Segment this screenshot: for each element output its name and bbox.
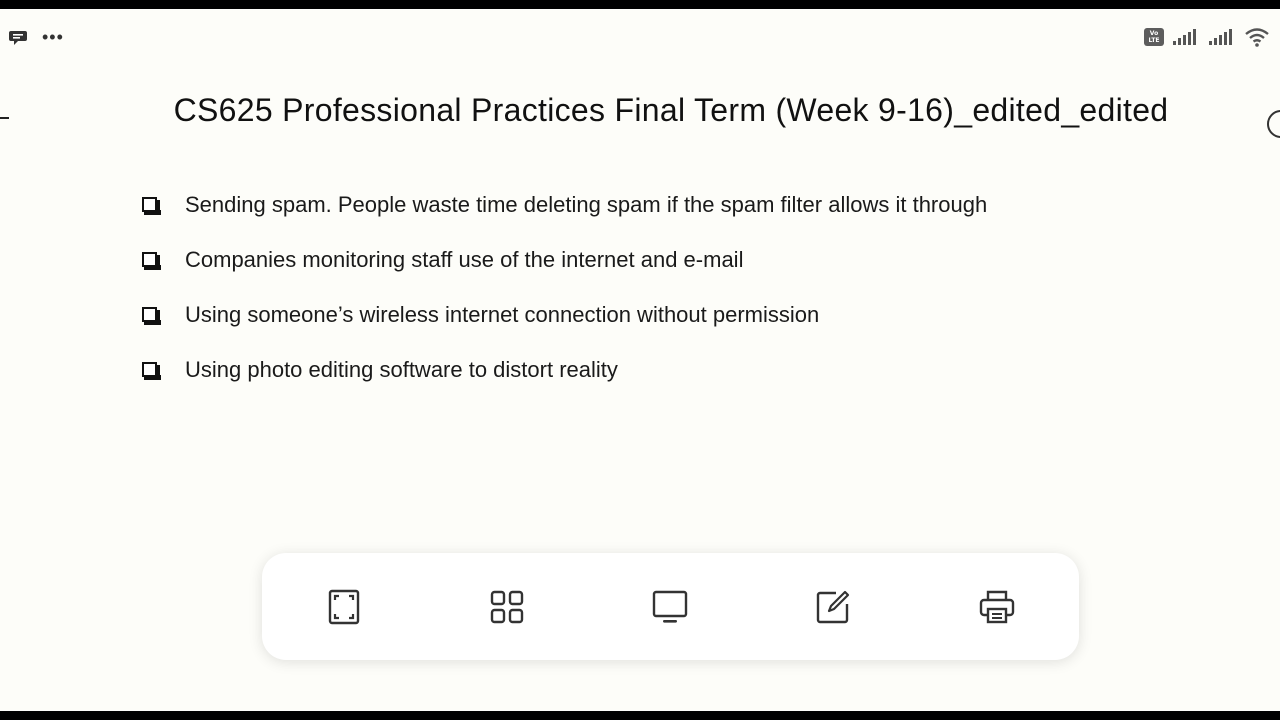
slide-bullet-1: Sending spam. People waste time deleting… (142, 177, 987, 232)
bullet-text-3: Using someone’s wireless internet connec… (185, 301, 820, 327)
edit-icon (816, 590, 850, 624)
fullscreen-icon (328, 589, 360, 625)
slide-bullet-4: Using photo editing software to distort … (142, 342, 987, 397)
print-button[interactable] (977, 587, 1017, 627)
chat-bubble-icon[interactable] (8, 27, 28, 47)
print-icon (979, 590, 1015, 624)
volte-icon: Vo LTE (1144, 28, 1164, 46)
signal-1-icon (1173, 29, 1196, 45)
bullet-checkbox-icon (142, 307, 161, 325)
wifi-icon (1245, 28, 1269, 47)
edit-button[interactable] (813, 587, 853, 627)
grid-view-icon (490, 590, 524, 624)
more-dots-icon[interactable]: ••• (42, 27, 64, 47)
bullet-text-2: Companies monitoring staff use of the in… (185, 246, 744, 272)
status-bar: ••• Vo LTE (0, 9, 1280, 65)
present-button[interactable] (650, 587, 690, 627)
present-icon (652, 590, 688, 623)
slide-title: CS625 Professional Practices Final Term … (173, 92, 1169, 128)
volte-label-bottom: LTE (1148, 37, 1160, 44)
bullet-checkbox-icon (142, 197, 161, 215)
bullet-checkbox-icon (142, 252, 161, 270)
status-bar-left: ••• (8, 27, 64, 47)
bullet-text-1: Sending spam. People waste time deleting… (185, 191, 988, 217)
status-bar-right: Vo LTE (1144, 27, 1270, 47)
fullscreen-button[interactable] (324, 587, 364, 627)
bottom-toolbar (262, 553, 1079, 660)
bullet-text-4: Using photo editing software to distort … (185, 356, 618, 382)
slide-bullet-2: Companies monitoring staff use of the in… (142, 232, 987, 287)
volte-label-top: Vo (1149, 30, 1159, 37)
grid-view-button[interactable] (487, 587, 527, 627)
signal-2-icon (1209, 29, 1232, 45)
slide-bullet-list: Sending spam. People waste time deleting… (142, 177, 987, 397)
bullet-checkbox-icon (142, 362, 161, 380)
slide-bullet-3: Using someone’s wireless internet connec… (142, 287, 987, 342)
viewer-screen: ••• Vo LTE CS625 Professional Practices … (0, 9, 1280, 711)
